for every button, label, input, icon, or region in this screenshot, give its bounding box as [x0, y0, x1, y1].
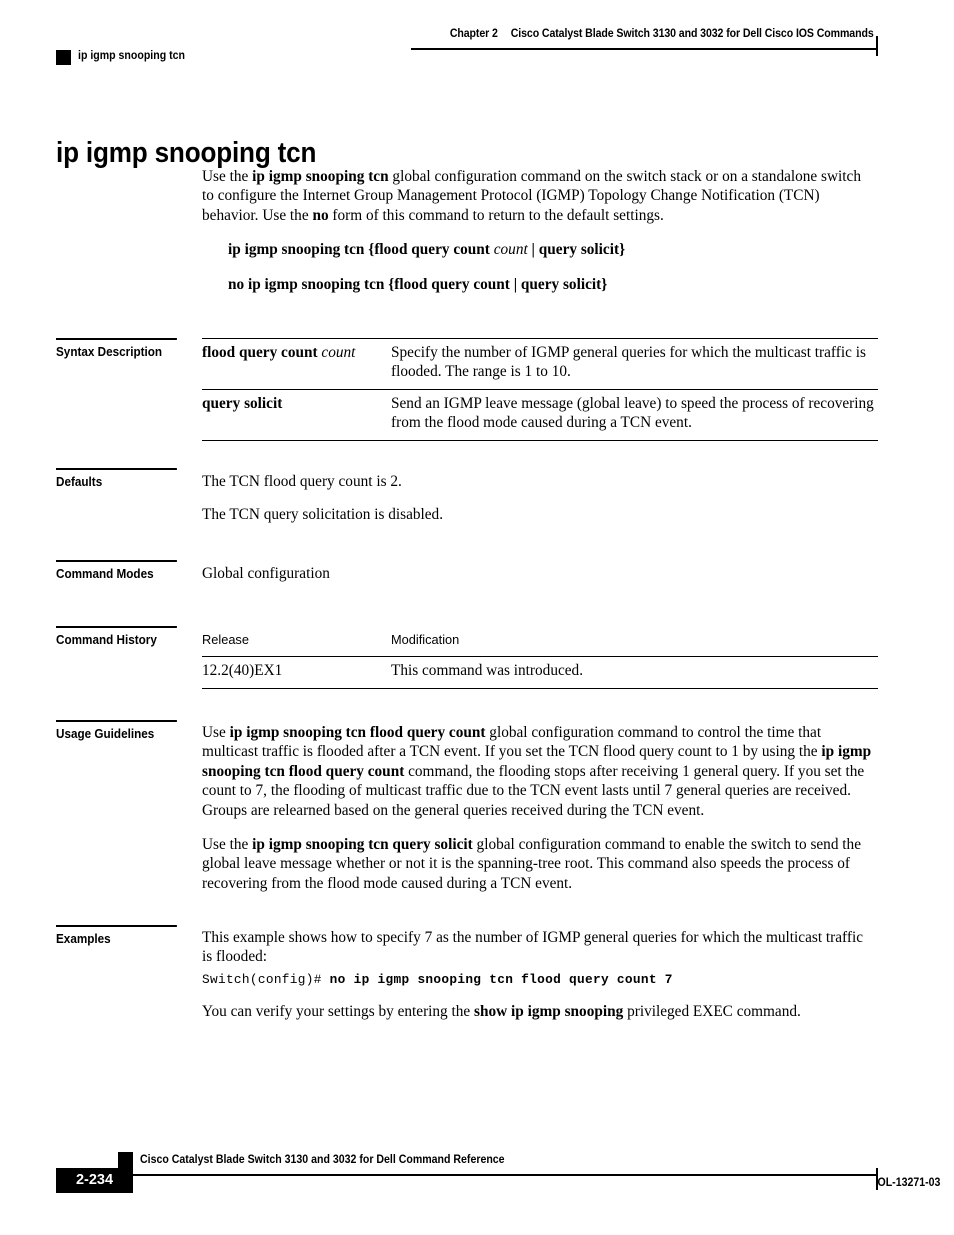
usage-command-flood-query-count: ip igmp snooping tcn flood query count — [229, 724, 486, 741]
syntax-desc-cell: Specify the number of IGMP general queri… — [391, 344, 866, 381]
table-row: flood query count count Specify the numb… — [202, 338, 878, 390]
table-row: 12.2(40)EX1 This command was introduced. — [202, 656, 878, 689]
syntax-no-keyword-query-solicit: query solicit — [520, 276, 602, 293]
page-header: Chapter 2 Cisco Catalyst Blade Switch 313… — [56, 28, 878, 74]
table-header-row: Release Modification — [202, 626, 878, 657]
syntax-description-table: flood query count count Specify the numb… — [202, 338, 878, 441]
cli-prompt: Switch(config)# — [202, 972, 330, 987]
syntax-no-keyword-flood-query-count: flood query count — [394, 276, 510, 293]
defaults-block: The TCN flood query count is 2. The TCN … — [202, 472, 862, 525]
footer-rule — [133, 1174, 878, 1176]
verify-text-c: privileged EXEC command. — [623, 1003, 801, 1020]
command-modes-block: Global configuration — [202, 564, 862, 583]
defaults-paragraph-1: The TCN flood query count is 2. — [202, 473, 402, 490]
section-label-examples: Examples — [56, 925, 177, 946]
footer-page-number: 2-234 — [75, 1172, 114, 1188]
section-label-command-modes: Command Modes — [56, 560, 177, 581]
syntax-no-open-brace: { — [384, 276, 395, 293]
modification-cell: This command was introduced. — [391, 662, 584, 680]
intro-paragraph: Use the ip igmp snooping tcn global conf… — [202, 167, 862, 225]
footer-end-bar — [876, 1168, 878, 1190]
table-row: query solicit Send an IGMP leave message… — [202, 389, 878, 441]
syntax-term-italic: count — [321, 344, 356, 361]
intro-no-keyword: no — [312, 206, 329, 224]
syntax-desc-cell: Send an IGMP leave message (global leave… — [391, 394, 874, 432]
syntax-term-cell: query solicit — [202, 389, 391, 440]
usage-paragraph-1: Use ip igmp snooping tcn flood query cou… — [202, 723, 874, 820]
command-history-table: Release Modification 12.2(40)EX1 This co… — [202, 626, 878, 689]
usage-text-a: Use — [202, 724, 230, 741]
intro-block: Use the ip igmp snooping tcn global conf… — [202, 167, 862, 225]
examples-paragraph-2: You can verify your settings by entering… — [202, 1002, 874, 1021]
syntax-keyword-query-solicit: query solicit — [538, 241, 620, 258]
footer-book-title: Cisco Catalyst Blade Switch 3130 and 303… — [140, 1154, 505, 1166]
syntax-term-bold: flood query count — [202, 344, 322, 361]
header-square-marker-icon — [56, 50, 71, 65]
release-cell: 12.2(40)EX1 — [202, 662, 283, 680]
document-page: Chapter 2 Cisco Catalyst Blade Switch 313… — [0, 0, 954, 1235]
syntax-no-close-brace: } — [601, 276, 608, 293]
header-end-bar — [876, 36, 878, 56]
verify-text-a: You can verify your settings by entering… — [202, 1003, 475, 1020]
page-footer: Cisco Catalyst Blade Switch 3130 and 303… — [0, 1152, 954, 1222]
syntax-no-separator: | — [509, 276, 521, 293]
section-label-defaults: Defaults — [56, 468, 177, 489]
usage-paragraph-2: Use the ip igmp snooping tcn query solic… — [202, 835, 874, 893]
examples-paragraph-1: This example shows how to specify 7 as t… — [202, 929, 863, 966]
cli-command: no ip igmp snooping tcn flood query coun… — [329, 972, 673, 987]
syntax-line-affirmative: ip igmp snooping tcn {flood query count … — [228, 241, 625, 259]
command-modes-value: Global configuration — [202, 565, 330, 582]
header-chapter-line: Chapter 2 Cisco Catalyst Blade Switch 313… — [450, 28, 874, 40]
defaults-paragraph-2: The TCN query solicitation is disabled. — [202, 506, 444, 524]
column-header-modification: Modification — [391, 632, 460, 647]
column-header-release: Release — [202, 632, 249, 647]
intro-command-name: ip igmp snooping tcn — [252, 168, 389, 185]
syntax-term-cell: flood query count count — [202, 339, 391, 390]
header-book-title: Cisco Catalyst Blade Switch 3130 and 303… — [511, 28, 874, 40]
syntax-line-negative: no ip igmp snooping tcn {flood query cou… — [228, 276, 607, 294]
syntax-term-bold: query solicit — [202, 394, 283, 412]
usage2-text-a: Use the — [202, 836, 253, 854]
syntax-argument-count: count — [493, 241, 528, 258]
verify-command-show: show ip igmp snooping — [474, 1003, 624, 1020]
header-rule — [411, 48, 878, 50]
syntax-separator: | — [527, 241, 539, 258]
cli-example-line: Switch(config)# no ip igmp snooping tcn … — [202, 972, 673, 987]
syntax-open-brace: { — [364, 241, 375, 258]
usage-command-query-solicit: ip igmp snooping tcn query solicit — [252, 836, 473, 854]
usage-guidelines-block: Use ip igmp snooping tcn flood query cou… — [202, 723, 874, 893]
syntax-command: ip igmp snooping tcn — [228, 241, 365, 258]
section-label-syntax-description: Syntax Description — [56, 338, 177, 359]
header-chapter-label: Chapter 2 — [450, 28, 499, 40]
syntax-keyword-flood-query-count: flood query count — [374, 241, 490, 258]
examples-verify-block: You can verify your settings by entering… — [202, 1002, 874, 1021]
section-label-usage-guidelines: Usage Guidelines — [56, 720, 177, 741]
intro-text-a: Use the — [202, 168, 253, 185]
footer-square-marker-icon — [118, 1152, 133, 1168]
syntax-close-brace: } — [619, 241, 626, 258]
page-title: ip igmp snooping tcn — [56, 137, 317, 170]
footer-document-id: OL-13271-03 — [877, 1177, 940, 1189]
footer-page-number-box: 2-234 — [56, 1168, 133, 1193]
examples-block: This example shows how to specify 7 as t… — [202, 928, 874, 967]
intro-text-e: form of this command to return to the de… — [328, 206, 664, 224]
section-label-command-history: Command History — [56, 626, 177, 647]
syntax-no-command: no ip igmp snooping tcn — [228, 276, 385, 293]
header-running-head: ip igmp snooping tcn — [78, 50, 185, 62]
